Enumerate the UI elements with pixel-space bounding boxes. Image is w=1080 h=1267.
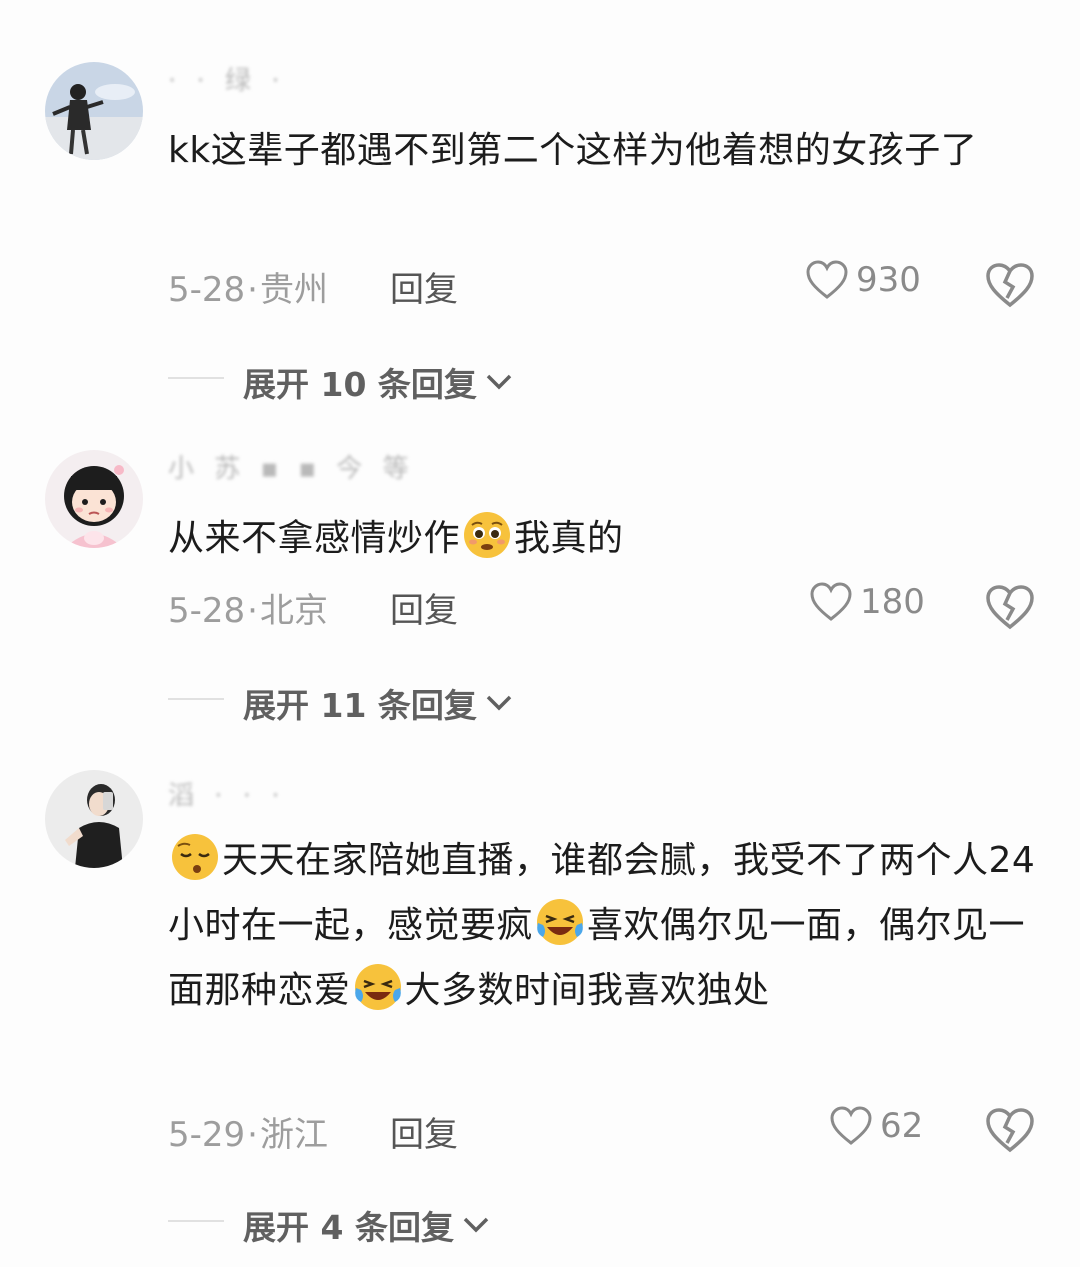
expand-label: 展开 10 条回复 — [243, 365, 477, 404]
comment-meta: 5-28·贵州 — [168, 262, 328, 311]
chevron-down-icon — [486, 695, 512, 711]
avatar-image — [45, 770, 143, 868]
divider-line — [168, 1220, 224, 1222]
pleading-face-emoji-icon — [464, 512, 511, 558]
broken-heart-icon[interactable] — [985, 1107, 1035, 1153]
avatar[interactable] — [45, 450, 143, 548]
comment-date: 5-28 — [168, 270, 246, 310]
comment-text: 从来不拿感情炒作 我真的 — [168, 506, 1038, 571]
username[interactable]: · · 绿 · — [168, 60, 286, 97]
comment-text: 天天在家陪她直播，谁都会腻，我受不了两个人24小时在一起，感觉要疯 喜欢偶尔见一… — [168, 828, 1038, 1023]
heart-icon — [810, 582, 852, 621]
comment-date: 5-29 — [168, 1115, 246, 1155]
divider-line — [168, 698, 224, 700]
expand-label: 展开 11 条回复 — [243, 686, 477, 725]
meta-separator: · — [247, 591, 258, 631]
heart-icon — [830, 1106, 872, 1145]
like-count: 62 — [880, 1106, 924, 1146]
broken-heart-icon[interactable] — [985, 262, 1035, 308]
comment-location: 北京 — [259, 591, 328, 631]
comment-date: 5-28 — [168, 591, 246, 631]
username[interactable]: 小 苏 ▪ ▪ 今 等 — [168, 448, 415, 485]
username[interactable]: 滔 · · · — [168, 775, 286, 812]
reply-button[interactable]: 回复 — [390, 1107, 458, 1156]
avatar[interactable] — [45, 62, 143, 160]
comment-meta: 5-28·北京 — [168, 583, 328, 632]
like-button[interactable]: 62 — [830, 1106, 923, 1146]
like-button[interactable]: 930 — [806, 260, 921, 300]
heart-icon — [806, 260, 848, 299]
meta-separator: · — [247, 1115, 258, 1155]
divider-line — [168, 377, 224, 379]
avatar[interactable] — [45, 770, 143, 868]
chevron-down-icon — [486, 374, 512, 390]
laughing-crying-face-emoji-icon — [354, 964, 401, 1010]
comment-meta: 5-29·浙江 — [168, 1107, 328, 1156]
comment-location: 贵州 — [259, 270, 328, 310]
chevron-down-icon — [463, 1217, 489, 1233]
comment-text: kk这辈子都遇不到第二个这样为他着想的女孩子了 — [168, 130, 978, 171]
expand-replies-button[interactable]: 展开 11 条回复 — [243, 679, 513, 727]
reply-button[interactable]: 回复 — [390, 262, 458, 311]
meta-separator: · — [247, 270, 258, 310]
expand-replies-button[interactable]: 展开 4 条回复 — [243, 1201, 490, 1249]
like-count: 180 — [860, 582, 925, 622]
expand-label: 展开 4 条回复 — [243, 1208, 454, 1247]
laughing-crying-face-emoji-icon — [537, 899, 584, 945]
expand-replies-button[interactable]: 展开 10 条回复 — [243, 358, 513, 406]
broken-heart-icon[interactable] — [985, 584, 1035, 630]
comment-text-part: 大多数时间我喜欢独处 — [404, 970, 770, 1011]
like-count: 930 — [856, 260, 921, 300]
comment-location: 浙江 — [259, 1115, 328, 1155]
sleepy-face-emoji-icon — [172, 834, 218, 880]
avatar-image — [45, 62, 143, 160]
reply-button[interactable]: 回复 — [390, 583, 458, 632]
like-button[interactable]: 180 — [810, 582, 925, 622]
avatar-image — [45, 450, 143, 548]
comment-text-part: 从来不拿感情炒作 — [168, 518, 461, 559]
comment-text-part: 我真的 — [514, 518, 624, 559]
